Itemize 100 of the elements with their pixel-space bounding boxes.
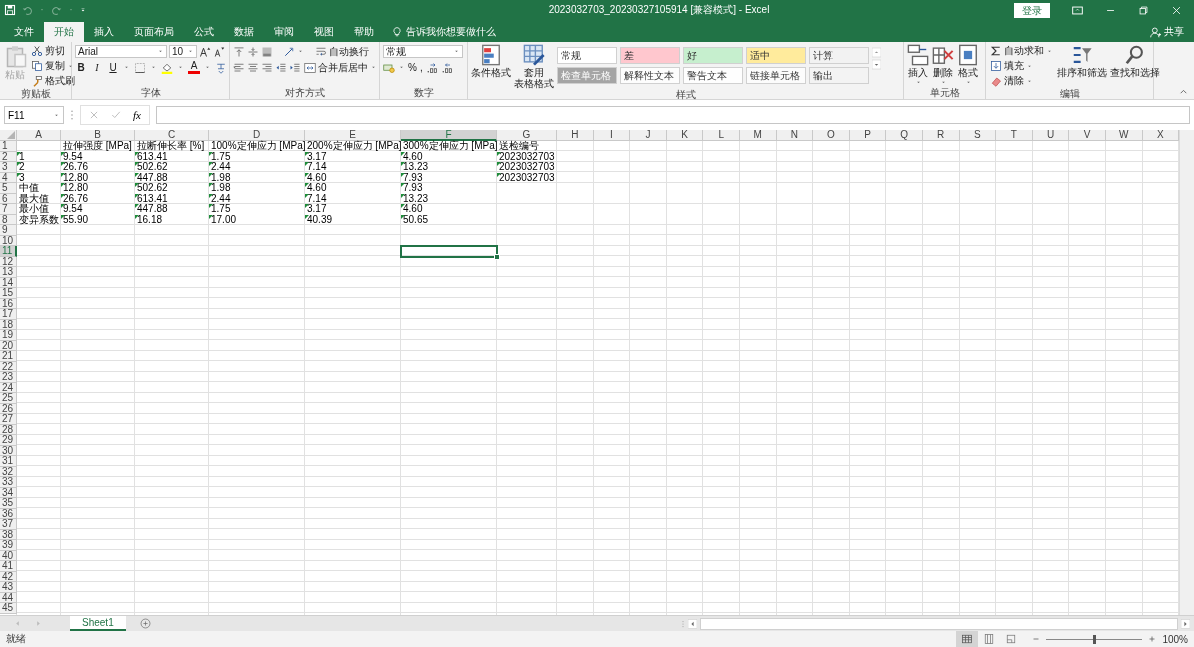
row-header[interactable]: 16 bbox=[0, 298, 17, 309]
row-header[interactable]: 32 bbox=[0, 466, 17, 477]
row-header[interactable]: 25 bbox=[0, 393, 17, 404]
row-header[interactable]: 34 bbox=[0, 487, 17, 498]
sheet-tab[interactable]: Sheet1 bbox=[70, 616, 126, 631]
cell-style[interactable]: 常规 bbox=[557, 47, 617, 64]
row-header[interactable]: 15 bbox=[0, 288, 17, 299]
row-header[interactable]: 7 bbox=[0, 204, 17, 215]
normal-view-button[interactable] bbox=[956, 631, 979, 647]
row-header[interactable]: 8 bbox=[0, 214, 17, 225]
font-name-dropdown[interactable]: Arial bbox=[75, 45, 167, 58]
horizontal-scrollbar[interactable] bbox=[699, 617, 1178, 630]
row-header[interactable]: 42 bbox=[0, 571, 17, 582]
row-header[interactable]: 45 bbox=[0, 603, 17, 614]
row-header[interactable]: 20 bbox=[0, 340, 17, 351]
ribbon-tab[interactable]: 开始 bbox=[44, 22, 84, 42]
column-header[interactable]: T bbox=[996, 130, 1033, 141]
row-header[interactable]: 33 bbox=[0, 477, 17, 488]
row-header[interactable]: 5 bbox=[0, 183, 17, 194]
column-header[interactable]: I bbox=[593, 130, 631, 141]
copy-button[interactable]: 复制 bbox=[30, 59, 76, 73]
cell-style[interactable]: 输出 bbox=[809, 67, 869, 84]
cell-style[interactable]: 警告文本 bbox=[683, 67, 743, 84]
italic-button[interactable]: I bbox=[91, 62, 103, 73]
sort-filter-button[interactable]: 排序和筛选 bbox=[1057, 44, 1107, 78]
cell-style[interactable]: 解释性文本 bbox=[620, 67, 680, 84]
insert-function-button[interactable]: fx bbox=[133, 109, 141, 121]
row-header[interactable]: 17 bbox=[0, 309, 17, 320]
column-header[interactable]: V bbox=[1069, 130, 1106, 141]
find-select-button[interactable]: 查找和选择 bbox=[1110, 44, 1160, 78]
row-header[interactable]: 29 bbox=[0, 435, 17, 446]
row-header[interactable]: 30 bbox=[0, 445, 17, 456]
column-header[interactable]: B bbox=[61, 130, 135, 141]
login-button[interactable]: 登录 bbox=[1014, 2, 1050, 18]
row-header[interactable]: 22 bbox=[0, 361, 17, 372]
format-button[interactable]: 格式 bbox=[957, 44, 979, 86]
row-header[interactable]: 44 bbox=[0, 592, 17, 603]
column-header[interactable]: L bbox=[703, 130, 740, 141]
row-header[interactable]: 6 bbox=[0, 193, 17, 204]
row-header[interactable]: 2 bbox=[0, 151, 17, 162]
number-format-dropdown[interactable]: 常规 bbox=[383, 45, 463, 58]
row-header[interactable]: 27 bbox=[0, 414, 17, 425]
tell-me-search[interactable]: 告诉我你想要做什么 bbox=[406, 25, 496, 39]
name-box[interactable]: F11 bbox=[4, 106, 64, 124]
merge-center-button[interactable]: 合并后居中 bbox=[303, 60, 378, 75]
column-header[interactable]: C bbox=[135, 130, 209, 141]
column-header[interactable]: U bbox=[1032, 130, 1070, 141]
row-header[interactable]: 36 bbox=[0, 508, 17, 519]
column-header[interactable]: X bbox=[1142, 130, 1180, 141]
formula-input[interactable] bbox=[155, 106, 1190, 124]
percent-button[interactable]: % bbox=[408, 62, 417, 73]
row-header[interactable]: 14 bbox=[0, 277, 17, 288]
ribbon-tab[interactable]: 视图 bbox=[304, 22, 344, 42]
comma-button[interactable]: , bbox=[419, 62, 423, 73]
conditional-format-button[interactable]: 条件格式 bbox=[471, 44, 511, 78]
row-header[interactable]: 13 bbox=[0, 267, 17, 278]
row-header[interactable]: 24 bbox=[0, 382, 17, 393]
insert-button[interactable]: 插入 bbox=[907, 44, 929, 86]
row-header[interactable]: 41 bbox=[0, 561, 17, 572]
row-header[interactable]: 1 bbox=[0, 141, 17, 152]
format-painter-button[interactable]: 格式刷 bbox=[30, 74, 76, 88]
ribbon-tab[interactable]: 文件 bbox=[4, 22, 44, 42]
row-header[interactable]: 39 bbox=[0, 540, 17, 551]
column-header[interactable]: R bbox=[922, 130, 960, 141]
column-header[interactable]: S bbox=[959, 130, 997, 141]
row-header[interactable]: 40 bbox=[0, 550, 17, 561]
cell-style[interactable]: 适中 bbox=[746, 47, 806, 64]
row-header[interactable]: 37 bbox=[0, 519, 17, 530]
underline-button[interactable]: U bbox=[107, 62, 119, 73]
row-header[interactable]: 23 bbox=[0, 372, 17, 383]
row-header[interactable]: 28 bbox=[0, 424, 17, 435]
cut-button[interactable]: 剪切 bbox=[30, 44, 76, 58]
column-header[interactable]: N bbox=[776, 130, 814, 141]
column-header[interactable]: D bbox=[209, 130, 305, 141]
zoom-level[interactable]: 100% bbox=[1162, 633, 1188, 645]
ribbon-tab[interactable]: 页面布局 bbox=[124, 22, 184, 42]
bold-button[interactable]: B bbox=[75, 62, 87, 73]
row-header[interactable]: 31 bbox=[0, 456, 17, 467]
fill-button[interactable]: 填充 bbox=[989, 59, 1054, 73]
column-header[interactable]: J bbox=[630, 130, 667, 141]
column-header[interactable]: K bbox=[666, 130, 704, 141]
delete-button[interactable]: 删除 bbox=[932, 44, 954, 86]
font-color-button[interactable]: A bbox=[188, 61, 200, 74]
row-header[interactable]: 21 bbox=[0, 351, 17, 362]
ribbon-tab[interactable]: 公式 bbox=[184, 22, 224, 42]
column-header[interactable]: P bbox=[849, 130, 887, 141]
column-header[interactable]: A bbox=[17, 130, 61, 141]
row-header[interactable]: 9 bbox=[0, 225, 17, 236]
row-header[interactable]: 18 bbox=[0, 319, 17, 330]
row-header[interactable]: 11 bbox=[0, 246, 17, 257]
column-header[interactable]: O bbox=[813, 130, 850, 141]
column-header[interactable]: M bbox=[739, 130, 777, 141]
cell-style[interactable]: 计算 bbox=[809, 47, 869, 64]
row-header[interactable]: 12 bbox=[0, 256, 17, 267]
column-header[interactable]: Q bbox=[886, 130, 923, 141]
ribbon-tab[interactable]: 插入 bbox=[84, 22, 124, 42]
row-header[interactable]: 38 bbox=[0, 529, 17, 540]
column-header[interactable]: F bbox=[401, 130, 497, 141]
ribbon-tab[interactable]: 数据 bbox=[224, 22, 264, 42]
autosum-button[interactable]: 自动求和 bbox=[989, 44, 1054, 58]
